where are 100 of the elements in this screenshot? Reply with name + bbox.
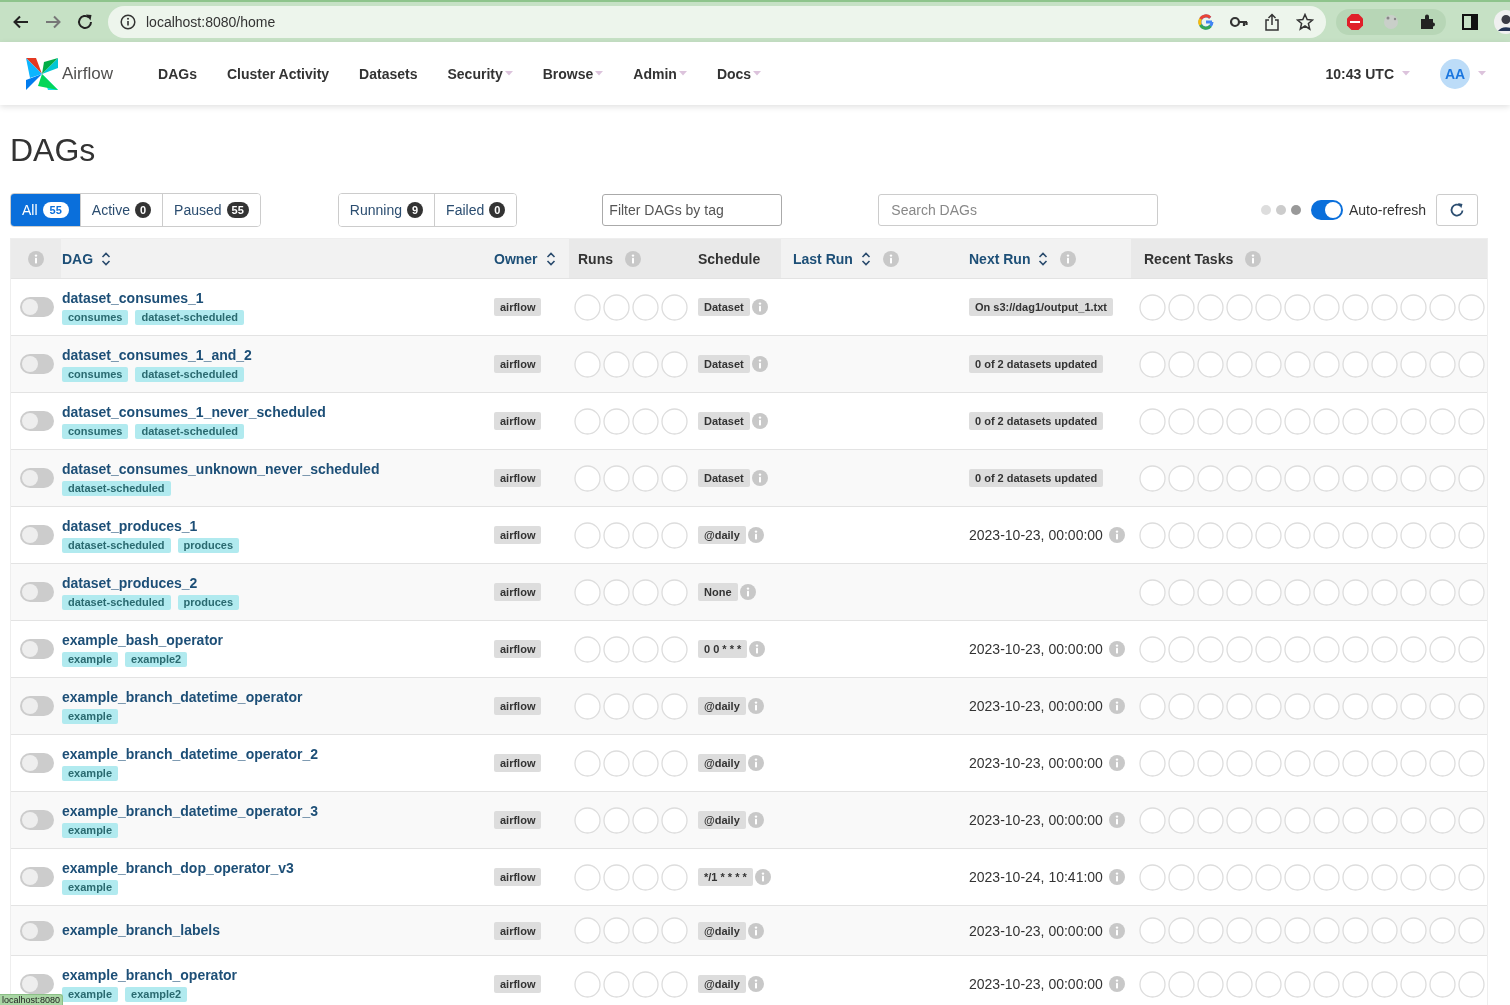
auto-refresh-toggle[interactable] [1310,200,1343,220]
tag[interactable]: consumes [62,424,129,439]
task-status-circle[interactable] [1313,806,1340,834]
tag[interactable]: consumes [62,367,129,382]
task-status-circle[interactable] [1342,407,1369,435]
tag[interactable]: example [62,880,119,895]
task-status-circle[interactable] [1342,635,1369,663]
task-status-circle[interactable] [1313,293,1340,321]
task-status-circle[interactable] [1371,917,1398,944]
tag[interactable]: dataset-scheduled [62,538,171,553]
pause-toggle[interactable] [20,867,54,887]
clock-menu[interactable]: 10:43 UTC [1325,65,1410,82]
task-status-circle[interactable] [1458,970,1485,998]
task-status-circle[interactable] [1255,293,1282,321]
task-status-circle[interactable] [1429,350,1456,378]
task-status-circle[interactable] [1168,521,1195,549]
status-filter-button[interactable]: All 55 [11,194,80,226]
task-status-circle[interactable] [1226,692,1253,720]
task-status-circle[interactable] [1197,635,1224,663]
dag-link[interactable]: example_branch_operator [62,966,238,985]
task-status-circle[interactable] [1255,749,1282,777]
task-status-circle[interactable] [1429,521,1456,549]
task-status-circle[interactable] [1429,293,1456,321]
task-status-circle[interactable] [1168,692,1195,720]
nav-link[interactable]: DAGs [158,65,197,82]
task-status-circle[interactable] [1342,806,1369,834]
task-status-circle[interactable] [1255,350,1282,378]
tag[interactable]: example [62,766,119,781]
task-status-circle[interactable] [1429,970,1456,998]
task-status-circle[interactable] [1313,692,1340,720]
extension-icon[interactable] [1382,13,1400,31]
run-status-circle[interactable] [661,917,688,944]
task-status-circle[interactable] [1255,970,1282,998]
tag[interactable]: example [62,652,119,667]
task-status-circle[interactable] [1255,917,1282,944]
task-status-circle[interactable] [1284,863,1311,891]
task-status-circle[interactable] [1371,635,1398,663]
sort-header[interactable]: Owner [494,250,538,267]
nav-link[interactable]: Browse [542,65,604,82]
task-status-circle[interactable] [1400,635,1427,663]
task-status-circle[interactable] [1400,749,1427,777]
run-status-circle[interactable] [632,692,659,720]
task-status-circle[interactable] [1168,578,1195,606]
run-status-circle[interactable] [603,293,630,321]
nav-link[interactable]: Cluster Activity [226,65,330,82]
task-status-circle[interactable] [1342,521,1369,549]
run-status-circle[interactable] [603,692,630,720]
run-status-circle[interactable] [661,970,688,998]
pause-toggle[interactable] [20,920,54,941]
task-status-circle[interactable] [1429,917,1456,944]
task-status-circle[interactable] [1400,806,1427,834]
run-status-circle[interactable] [603,578,630,606]
tag[interactable]: dataset-scheduled [135,310,244,325]
dag-link[interactable]: example_branch_dop_operator_v3 [62,859,294,878]
task-status-circle[interactable] [1313,863,1340,891]
task-status-circle[interactable] [1197,917,1224,944]
dag-link[interactable]: example_branch_datetime_operator [62,688,303,707]
task-status-circle[interactable] [1226,970,1253,998]
task-status-circle[interactable] [1458,350,1485,378]
task-status-circle[interactable] [1371,407,1398,435]
task-status-circle[interactable] [1139,521,1166,549]
tag[interactable]: produces [177,595,240,610]
pause-toggle[interactable] [20,525,54,545]
task-status-circle[interactable] [1197,464,1224,492]
task-status-circle[interactable] [1139,635,1166,663]
tag[interactable]: dataset-scheduled [62,481,171,496]
run-status-circle[interactable] [632,293,659,321]
task-status-circle[interactable] [1168,917,1195,944]
run-status-circle[interactable] [574,521,601,549]
pause-toggle[interactable] [20,297,54,317]
task-status-circle[interactable] [1284,578,1311,606]
task-status-circle[interactable] [1342,917,1369,944]
run-filter-button[interactable]: Failed 0 [434,194,517,226]
task-status-circle[interactable] [1371,293,1398,321]
task-status-circle[interactable] [1255,806,1282,834]
star-icon[interactable] [1296,13,1314,31]
task-status-circle[interactable] [1255,692,1282,720]
brand-name[interactable]: Airflow [62,63,113,84]
task-status-circle[interactable] [1400,970,1427,998]
dag-link[interactable]: dataset_consumes_1_never_scheduled [62,403,326,422]
task-status-circle[interactable] [1429,692,1456,720]
task-status-circle[interactable] [1429,464,1456,492]
run-status-circle[interactable] [632,917,659,944]
task-status-circle[interactable] [1226,464,1253,492]
tag[interactable]: example2 [125,652,188,667]
run-status-circle[interactable] [632,970,659,998]
task-status-circle[interactable] [1197,350,1224,378]
run-status-circle[interactable] [574,692,601,720]
run-status-circle[interactable] [661,806,688,834]
run-status-circle[interactable] [661,407,688,435]
sort-icon[interactable] [1038,250,1049,267]
task-status-circle[interactable] [1139,293,1166,321]
task-status-circle[interactable] [1313,521,1340,549]
task-status-circle[interactable] [1168,635,1195,663]
run-status-circle[interactable] [603,970,630,998]
dag-link[interactable]: dataset_produces_2 [62,574,198,593]
task-status-circle[interactable] [1371,749,1398,777]
task-status-circle[interactable] [1284,407,1311,435]
run-status-circle[interactable] [632,350,659,378]
task-status-circle[interactable] [1197,806,1224,834]
